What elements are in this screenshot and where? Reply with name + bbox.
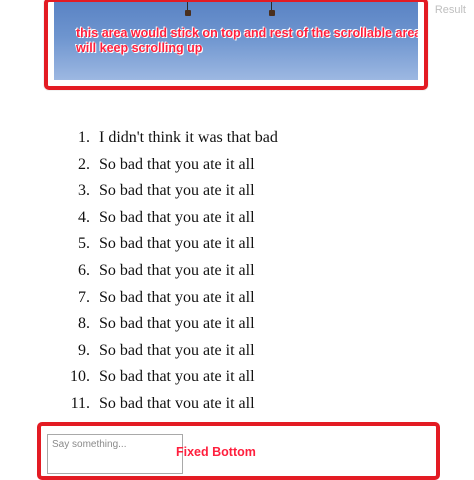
list-item-number: 6. <box>78 261 90 279</box>
fixed-bottom-bar: Fixed Bottom <box>37 422 440 480</box>
list-item-number: 3. <box>78 182 90 200</box>
list-item-text: So bad that you ate it all <box>99 208 255 226</box>
list-item-text: I didn't think it was that bad <box>99 129 278 146</box>
result-tab-label[interactable]: Result <box>435 4 466 16</box>
balloon-basket-left <box>184 2 192 16</box>
list-item-number: 8. <box>78 315 90 333</box>
list-item-text: So bad that you ate it all <box>99 341 255 359</box>
list-item-number: 10. <box>70 368 90 386</box>
sticky-header-annotation: this area would stick on top and rest of… <box>76 26 418 55</box>
list-item-number: 11. <box>70 394 90 412</box>
sticky-header: this area would stick on top and rest of… <box>44 0 428 90</box>
say-something-input[interactable] <box>47 434 183 474</box>
list-item-text: So bad that you ate it all <box>99 261 255 279</box>
list-item-number: 9. <box>78 341 90 359</box>
list-item-text: So bad that you ate it all <box>99 182 255 200</box>
list-item-text: So bad that you ate it all <box>99 235 255 253</box>
list-item-text: So bad that you ate it all <box>99 155 255 173</box>
list-item-text: So bad that vou ate it all <box>99 394 255 412</box>
list-item-number: 4. <box>78 208 90 226</box>
list-item-number: 5. <box>78 235 90 253</box>
balloon-basket-right <box>268 2 276 16</box>
sky-banner-image: this area would stick on top and rest of… <box>54 2 418 80</box>
fixed-bottom-annotation: Fixed Bottom <box>176 445 256 459</box>
list-item-number: 7. <box>78 288 90 306</box>
list-item-text: So bad that you ate it all <box>99 368 255 386</box>
list-item-text: So bad that you ate it all <box>99 288 255 306</box>
list-item-number: 2. <box>78 155 90 173</box>
list-item-number: 1. <box>78 129 90 146</box>
list-item-text: So bad that you ate it all <box>99 315 255 333</box>
